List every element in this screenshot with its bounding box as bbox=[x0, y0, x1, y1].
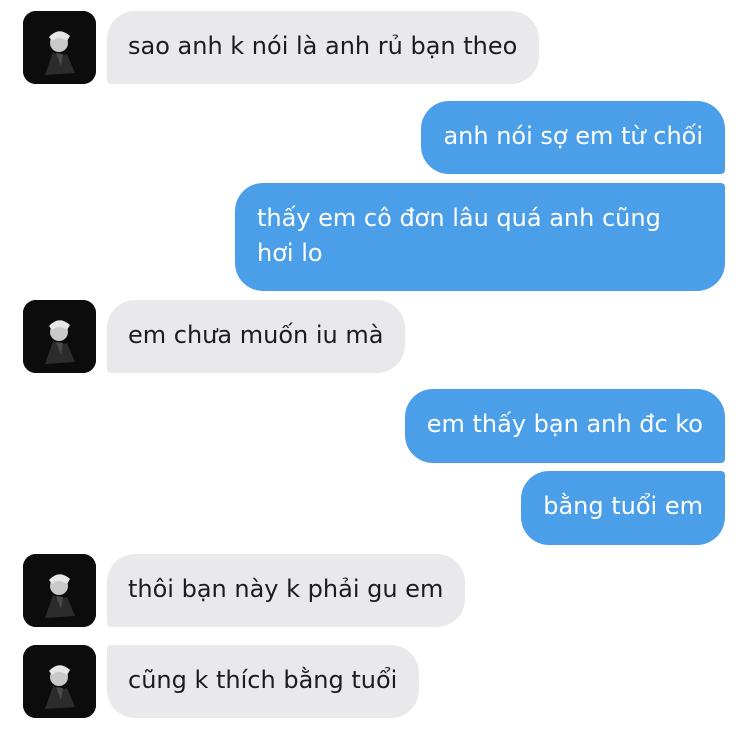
message-bubble-outgoing[interactable]: em thấy bạn anh đc ko bbox=[404, 389, 725, 463]
avatar-image bbox=[23, 645, 96, 718]
message-text: em thấy bạn anh đc ko bbox=[426, 410, 703, 438]
avatar[interactable] bbox=[23, 11, 96, 84]
message-text: sao anh k nói là anh rủ bạn theo bbox=[128, 32, 518, 60]
message-text: thôi bạn này k phải gu em bbox=[128, 575, 444, 603]
avatar-image bbox=[23, 300, 96, 373]
chat-screen: { "conversation": { "messages": [ {"send… bbox=[0, 0, 750, 731]
message-bubble-outgoing[interactable]: anh nói sợ em từ chối bbox=[421, 101, 725, 174]
avatar[interactable] bbox=[23, 300, 96, 373]
message-bubble-outgoing[interactable]: bằng tuổi em bbox=[521, 471, 725, 545]
message-bubble-outgoing[interactable]: thấy em cô đơn lâu quá anh cũng hơi lo bbox=[235, 183, 725, 291]
avatar-image bbox=[23, 11, 96, 84]
message-text: cũng k thích bằng tuổi bbox=[128, 666, 398, 694]
avatar[interactable] bbox=[23, 554, 96, 627]
message-bubble-incoming[interactable]: cũng k thích bằng tuổi bbox=[107, 645, 420, 718]
message-text: bằng tuổi em bbox=[543, 492, 703, 520]
avatar[interactable] bbox=[23, 645, 96, 718]
message-bubble-incoming[interactable]: sao anh k nói là anh rủ bạn theo bbox=[107, 11, 540, 84]
message-bubble-incoming[interactable]: em chưa muốn iu mà bbox=[107, 300, 406, 373]
message-text: em chưa muốn iu mà bbox=[128, 321, 384, 349]
message-bubble-incoming[interactable]: thôi bạn này k phải gu em bbox=[107, 554, 466, 627]
avatar-image bbox=[23, 554, 96, 627]
message-text: thấy em cô đơn lâu quá anh cũng hơi lo bbox=[257, 204, 661, 267]
message-text: anh nói sợ em từ chối bbox=[443, 122, 703, 150]
